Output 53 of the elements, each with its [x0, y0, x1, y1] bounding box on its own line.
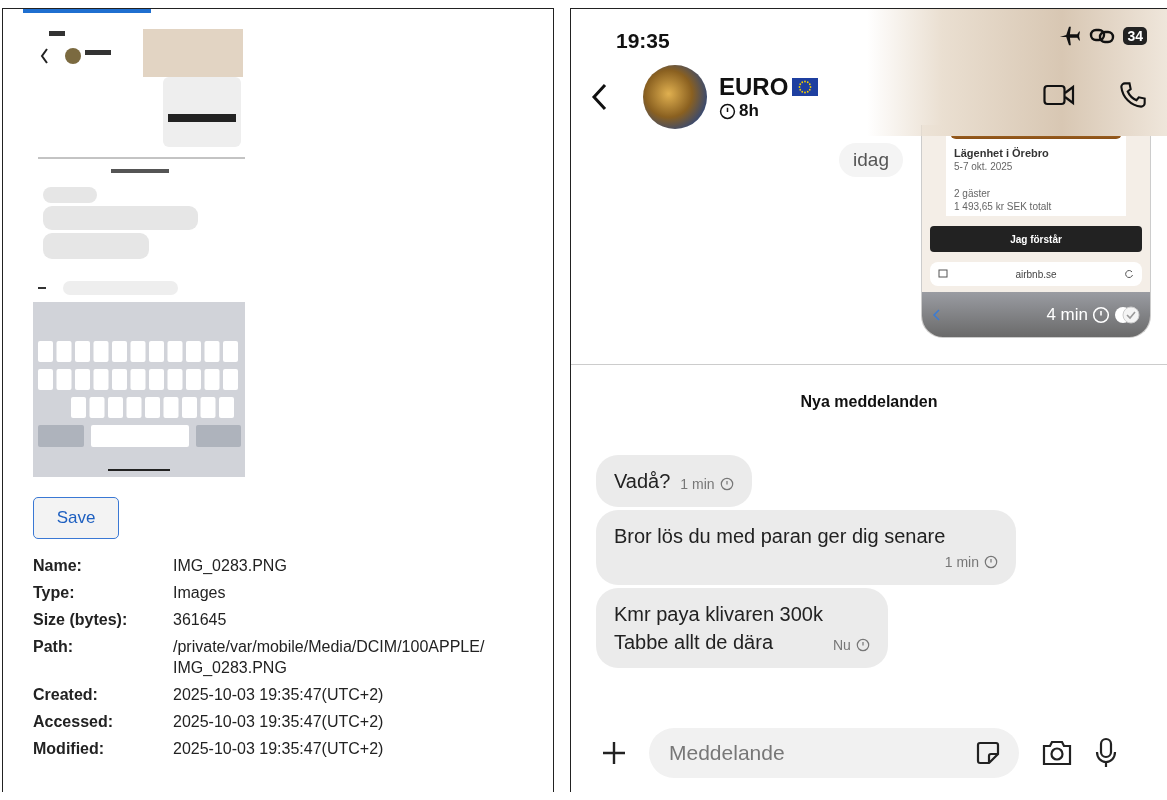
message-time: 4 min — [1046, 304, 1088, 325]
new-messages-label: Nya meddelanden — [799, 393, 939, 411]
clock-icon — [1092, 305, 1110, 324]
battery-level: 34 — [1123, 27, 1147, 45]
reload-icon — [1124, 269, 1134, 279]
property-label: Created: — [33, 685, 99, 705]
disappearing-timer: 8h — [739, 101, 759, 121]
clock-icon — [984, 555, 998, 569]
property-value: 2025-10-03 19:35:47(UTC+2) — [173, 685, 385, 705]
property-label: Accessed: — [33, 712, 115, 732]
back-icon[interactable] — [591, 83, 607, 111]
listing-dates: 5-7 okt. 2025 — [954, 161, 1014, 172]
message-time: Nu — [833, 637, 851, 653]
confirm-button: Jag förstår — [930, 226, 1142, 252]
chevron-left-icon — [932, 308, 940, 321]
message-time: 1 min — [944, 554, 979, 570]
video-camera-icon[interactable] — [1043, 83, 1075, 107]
contact-name: EURO — [719, 73, 789, 101]
clock-icon — [719, 477, 734, 491]
url-text: airbnb.se — [1015, 268, 1057, 280]
listing-guests: 2 gäster — [954, 188, 992, 199]
clock-icon — [855, 638, 870, 652]
camera-icon[interactable] — [1041, 739, 1073, 767]
message-input[interactable]: Meddelande — [667, 740, 975, 766]
property-label: Type: — [33, 583, 76, 603]
save-button[interactable]: Save — [33, 497, 119, 539]
message-text: Vadå? — [614, 469, 671, 494]
message-time: 1 min — [680, 476, 715, 492]
property-value: IMG_0283.PNG — [173, 556, 288, 576]
link-icon — [1089, 27, 1116, 45]
property-label: Modified: — [33, 739, 106, 759]
property-value: Images — [173, 583, 227, 603]
plus-icon[interactable] — [601, 740, 627, 766]
property-label: Size (bytes): — [33, 610, 129, 630]
timer-icon — [719, 102, 736, 120]
property-label: Path: — [33, 637, 74, 657]
phone-icon[interactable] — [1119, 81, 1147, 109]
property-label: Name: — [33, 556, 83, 576]
flag-icon — [792, 78, 819, 96]
message-text: Kmr paya klivaren 300k Tabbe allt de dära — [614, 602, 823, 655]
property-value: 2025-10-03 19:35:47(UTC+2) — [173, 739, 385, 759]
listing-title: Lägenhet i Örebro — [954, 147, 1050, 159]
read-check-icon — [1114, 305, 1140, 324]
property-value: /private/var/mobile/Media/DCIM/100APPLE/IMG_0283.PNG — [173, 637, 486, 678]
date-pill: idag — [839, 143, 903, 177]
property-value: 361645 — [173, 610, 228, 630]
message-text: Bror lös du med paran ger dig senare — [614, 524, 946, 549]
message-field[interactable]: Meddelande — [649, 728, 1019, 778]
status-time: 19:35 — [616, 29, 670, 53]
property-value: 2025-10-03 19:35:47(UTC+2) — [173, 712, 385, 732]
sticker-icon[interactable] — [975, 740, 1001, 766]
microphone-icon[interactable] — [1095, 737, 1117, 769]
listing-price: 1 493,65 kr SEK totalt — [954, 201, 1053, 212]
